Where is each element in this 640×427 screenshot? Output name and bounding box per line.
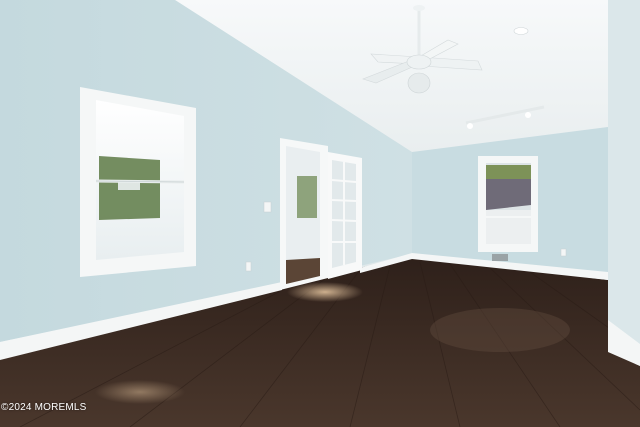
photo-watermark: ©2024 MOREMLS [1,402,87,413]
recessed-light [513,27,529,35]
room-illustration [0,0,640,427]
light-switch [263,201,272,213]
sunlight-patch [95,380,185,404]
back-window [478,156,538,252]
floor-reflection [430,308,570,352]
french-door [328,152,362,279]
room-photo: ©2024 MOREMLS [0,0,640,427]
wall-outlet [560,248,567,257]
left-window [80,87,196,277]
wall-outlet [245,261,252,272]
floor-vent [492,254,508,261]
doorway [280,138,328,290]
